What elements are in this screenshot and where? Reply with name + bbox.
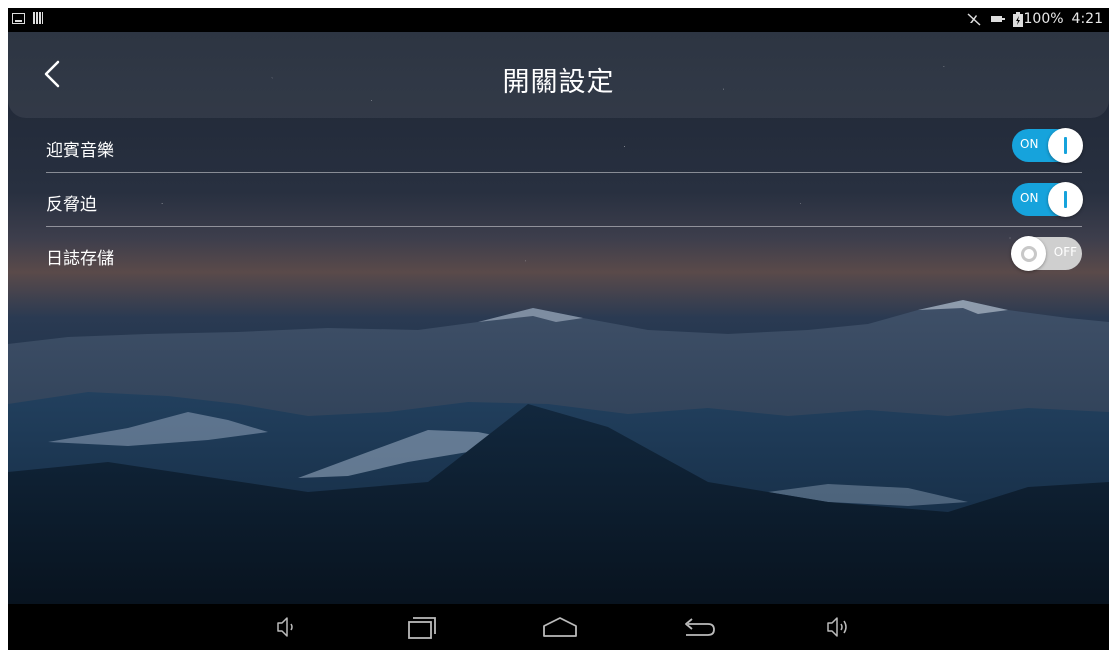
log-storage-toggle[interactable]: OFF: [1011, 236, 1082, 271]
toggle-knob: [1048, 182, 1083, 217]
toggle-state-text: ON: [1020, 137, 1039, 151]
clock: 4:21: [1071, 11, 1103, 27]
setting-label: 反脅迫: [46, 195, 97, 215]
mute-icon: [967, 13, 981, 26]
divider: [46, 226, 1082, 227]
volume-down-icon: [277, 617, 293, 637]
volume-up-icon: [827, 617, 847, 637]
setting-row-anti-duress: 反脅迫 ON: [8, 172, 1109, 226]
recent-apps-icon: [408, 617, 436, 639]
setting-label: 日誌存儲: [46, 249, 114, 269]
toggle-knob: [1011, 236, 1046, 271]
setting-row-welcome-music: 迎賓音樂 ON: [8, 118, 1109, 172]
volume-down-button[interactable]: [270, 612, 310, 642]
app-content: 開關設定 迎賓音樂 ON 反脅迫 ON 日誌存儲 OFF: [8, 32, 1109, 604]
setting-row-log-storage: 日誌存儲 OFF: [8, 226, 1109, 280]
barcode-icon: [33, 12, 43, 24]
title-bar: 開關設定: [8, 32, 1109, 118]
page-title: 開關設定: [502, 67, 615, 98]
recent-apps-button[interactable]: [403, 612, 443, 642]
battery-percent: 100%: [1023, 11, 1064, 27]
status-bar: 100% 4:21: [8, 8, 1109, 32]
ethernet-icon: [990, 16, 1005, 22]
back-icon: [685, 618, 715, 636]
navigation-bar: [8, 604, 1109, 650]
image-icon: [12, 12, 25, 24]
toggle-state-text: ON: [1020, 191, 1039, 205]
divider: [46, 172, 1082, 173]
anti-duress-toggle[interactable]: ON: [1012, 182, 1083, 217]
device-screen: 100% 4:21 開關設定 迎賓音樂 ON 反脅迫 ON 日誌存儲 OFF: [8, 8, 1109, 650]
home-button[interactable]: [540, 612, 580, 642]
back-nav-button[interactable]: [678, 612, 718, 642]
home-icon: [543, 617, 577, 637]
battery-icon: [1012, 11, 1023, 27]
settings-list: 迎賓音樂 ON 反脅迫 ON 日誌存儲 OFF: [8, 118, 1109, 280]
toggle-knob: [1048, 128, 1083, 163]
volume-up-button[interactable]: [820, 612, 860, 642]
welcome-music-toggle[interactable]: ON: [1012, 128, 1083, 163]
toggle-state-text: OFF: [1053, 245, 1077, 259]
setting-label: 迎賓音樂: [46, 141, 114, 161]
